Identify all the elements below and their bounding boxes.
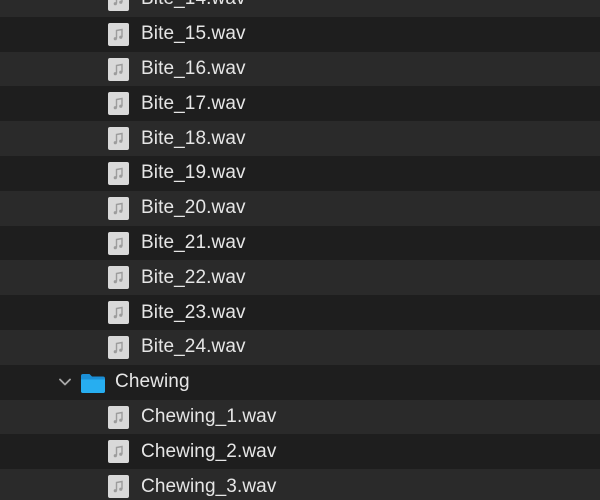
- list-item[interactable]: Bite_14.wav: [0, 0, 600, 17]
- file-name: Bite_17.wav: [141, 92, 246, 114]
- file-name: Bite_22.wav: [141, 266, 246, 288]
- list-item[interactable]: Chewing_3.wav: [0, 469, 600, 500]
- list-item[interactable]: Bite_17.wav: [0, 86, 600, 121]
- list-item[interactable]: Chewing_1.wav: [0, 399, 600, 435]
- folder-name: Chewing: [115, 371, 190, 393]
- audio-file-icon: [107, 161, 130, 186]
- list-item[interactable]: Bite_18.wav: [0, 121, 600, 156]
- file-name: Bite_24.wav: [141, 336, 246, 358]
- folder-icon: [80, 372, 106, 394]
- list-item[interactable]: Bite_20.wav: [0, 190, 600, 226]
- list-item[interactable]: Bite_22.wav: [0, 260, 600, 296]
- audio-file-icon: [107, 231, 130, 256]
- audio-file-icon: [107, 196, 130, 221]
- list-item[interactable]: Bite_21.wav: [0, 226, 600, 261]
- list-item[interactable]: Bite_24.wav: [0, 329, 600, 365]
- folder-row-chewing[interactable]: Chewing: [0, 365, 600, 400]
- audio-file-icon: [107, 405, 130, 430]
- audio-file-icon: [107, 57, 130, 82]
- list-item[interactable]: Chewing_2.wav: [0, 434, 600, 469]
- file-name: Bite_14.wav: [141, 0, 246, 10]
- audio-file-icon: [107, 439, 130, 464]
- list-item[interactable]: Bite_15.wav: [0, 17, 600, 52]
- file-name: Bite_16.wav: [141, 57, 246, 79]
- file-name: Bite_18.wav: [141, 127, 246, 149]
- file-name: Bite_21.wav: [141, 231, 246, 253]
- audio-file-icon: [107, 300, 130, 325]
- file-name: Chewing_1.wav: [141, 405, 277, 427]
- file-name: Chewing_2.wav: [141, 440, 277, 462]
- file-name: Bite_20.wav: [141, 197, 246, 219]
- audio-file-icon: [107, 0, 130, 12]
- audio-file-icon: [107, 126, 130, 151]
- audio-file-icon: [107, 335, 130, 360]
- chevron-down-icon[interactable]: [56, 365, 74, 400]
- file-name: Bite_15.wav: [141, 23, 246, 45]
- audio-file-icon: [107, 474, 130, 499]
- audio-file-icon: [107, 265, 130, 290]
- audio-file-icon: [107, 22, 130, 47]
- file-list: Bite_14.wav Bite_15.wav Bite_16.wav Bite…: [0, 0, 600, 500]
- file-list-rows: Bite_14.wav Bite_15.wav Bite_16.wav Bite…: [0, 0, 600, 500]
- list-item[interactable]: Bite_23.wav: [0, 295, 600, 330]
- file-name: Bite_19.wav: [141, 162, 246, 184]
- file-name: Bite_23.wav: [141, 301, 246, 323]
- file-name: Chewing_3.wav: [141, 475, 277, 497]
- list-item[interactable]: Bite_16.wav: [0, 51, 600, 87]
- audio-file-icon: [107, 91, 130, 116]
- list-item[interactable]: Bite_19.wav: [0, 156, 600, 191]
